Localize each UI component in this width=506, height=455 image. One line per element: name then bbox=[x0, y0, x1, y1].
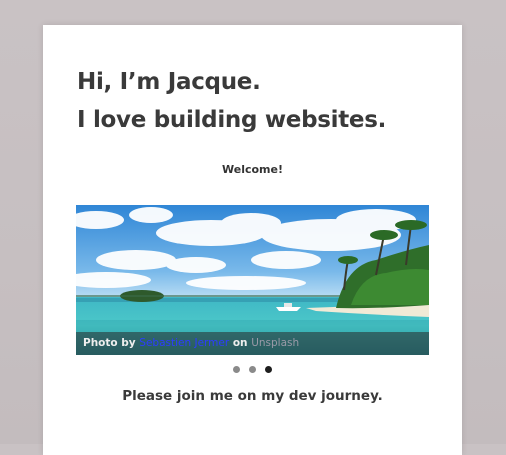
hero-heading: Hi, I’m Jacque. I love building websites… bbox=[77, 63, 386, 139]
welcome-text: Welcome! bbox=[222, 163, 283, 176]
carousel-dot-3-active[interactable] bbox=[265, 366, 272, 373]
content-card: Hi, I’m Jacque. I love building websites… bbox=[43, 25, 462, 455]
hero-line-1: Hi, I’m Jacque. bbox=[77, 69, 261, 95]
tagline-text: Please join me on my dev journey. bbox=[122, 388, 383, 404]
unsplash-link[interactable]: Unsplash bbox=[251, 337, 299, 349]
carousel-dots bbox=[43, 366, 462, 373]
caption-middle: on bbox=[232, 337, 248, 349]
photo-credit-caption: Photo by Sebastien Jermer on Unsplash bbox=[76, 332, 429, 355]
photographer-link[interactable]: Sebastien Jermer bbox=[139, 337, 229, 349]
carousel-slide[interactable]: Photo by Sebastien Jermer on Unsplash bbox=[76, 205, 429, 355]
hero-line-2: I love building websites. bbox=[77, 107, 387, 133]
carousel-dot-1[interactable] bbox=[233, 366, 240, 373]
carousel-dot-2[interactable] bbox=[249, 366, 256, 373]
caption-prefix: Photo by bbox=[83, 337, 136, 349]
